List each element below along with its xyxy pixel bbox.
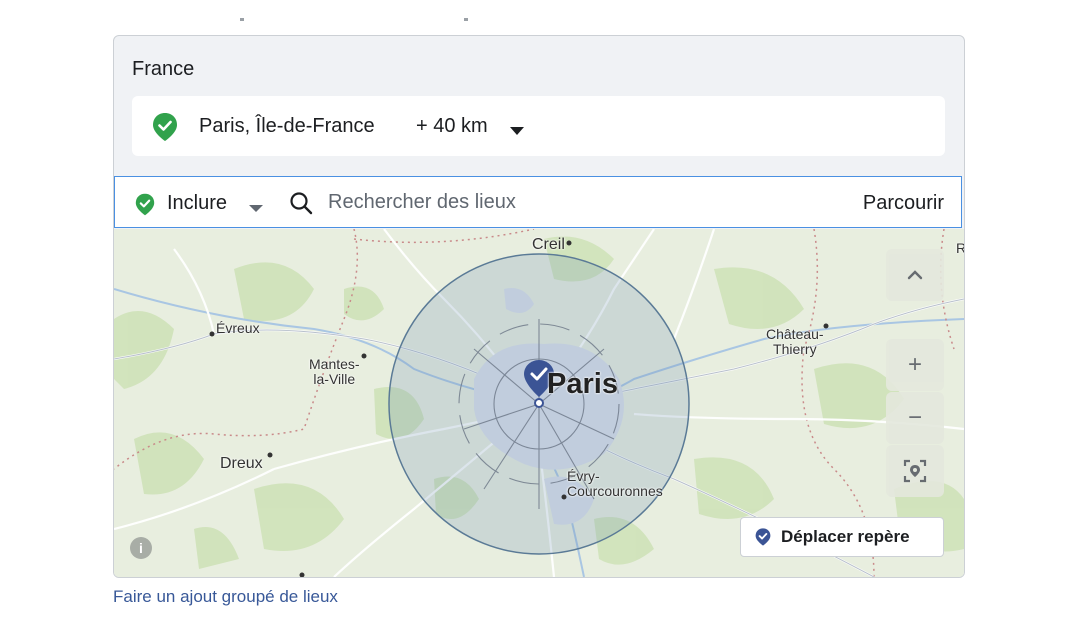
include-shield-icon [135,193,155,221]
move-marker-label: Déplacer repère [781,527,910,546]
country-heading: France [132,58,195,80]
cropped-text-fragment [240,18,468,21]
collapse-map-button[interactable] [886,249,944,301]
location-search-bar: Inclure Parcourir [114,176,962,228]
search-places-input[interactable] [328,187,828,217]
include-mode-dropdown[interactable]: Inclure [167,192,227,215]
map-label-chateau-thierry: Château- Thierry [766,326,824,357]
recenter-icon [903,459,927,483]
move-marker-button[interactable]: Déplacer repère [740,517,944,557]
check-shield-icon [152,112,178,147]
location-targeting-panel: France Paris, Île-de-France + 40 km Incl… [113,35,965,578]
map-label-paris: Paris [547,368,618,400]
chevron-up-icon [907,270,923,280]
info-icon[interactable]: i [130,537,152,559]
map-label-evry: Évry- Courcouronnes [567,468,663,499]
map-label-edge: R [956,241,964,256]
map-label-creil: Creil [532,236,565,253]
zoom-out-button[interactable]: − [886,392,944,444]
radius-dropdown-label[interactable]: + 40 km [416,115,488,138]
bulk-add-locations-link[interactable]: Faire un ajout groupé de lieux [113,587,338,607]
selected-location-card: Paris, Île-de-France + 40 km [132,96,945,156]
zoom-in-button[interactable]: + [886,339,944,391]
map-label-evreux: Évreux [216,320,260,336]
search-icon [289,191,313,220]
selected-location-name: Paris, Île-de-France [199,115,375,137]
browse-button[interactable]: Parcourir [863,192,944,215]
caret-down-icon[interactable] [249,200,263,218]
recenter-button[interactable] [886,445,944,497]
map-label-mantes: Mantes- la-Ville [309,356,360,387]
caret-down-icon[interactable] [510,123,524,141]
marker-icon [755,528,771,546]
map-label-dreux: Dreux [220,455,263,472]
map-view[interactable]: Paris Creil Évreux Mantes- la-Ville Chât… [114,229,964,577]
